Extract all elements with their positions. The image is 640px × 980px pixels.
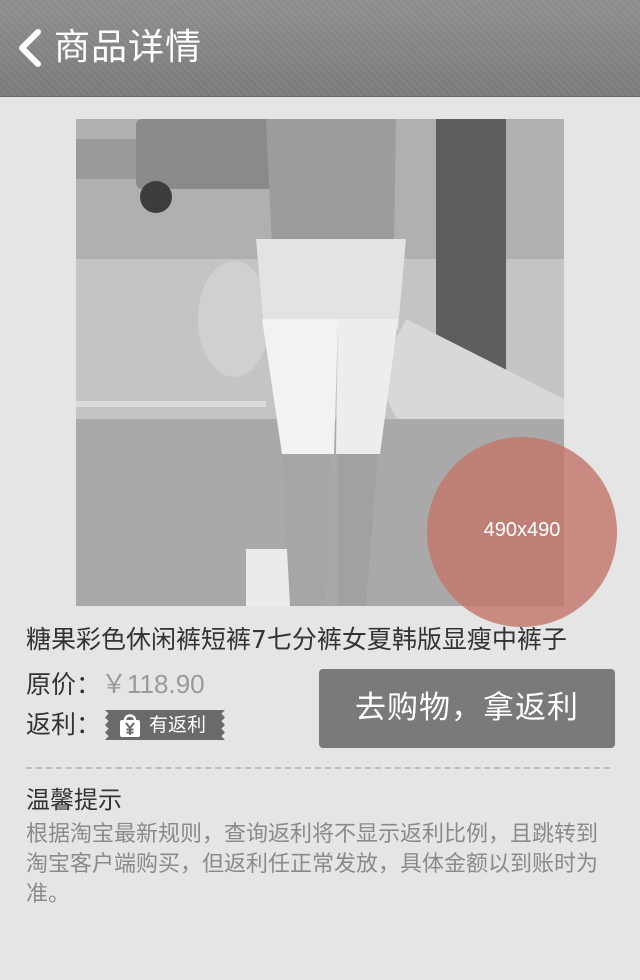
image-size-badge: 490x490 [427, 437, 617, 627]
dashed-divider [26, 767, 610, 769]
price-label: 原价： [26, 670, 102, 699]
rebate-badge-label: 有返利 [149, 714, 207, 736]
price-row: 原价：￥118.90 [26, 666, 205, 702]
rebate-row: 返利： 有返利 [26, 707, 225, 743]
price-value: ￥118.90 [101, 669, 205, 699]
product-title: 糖果彩色休闲裤短裤7七分裤女夏韩版显瘦中裤子 [26, 625, 567, 654]
header-bar: 商品详情 [0, 0, 640, 97]
page-title: 商品详情 [54, 27, 203, 68]
chevron-left-icon[interactable] [16, 28, 44, 68]
tips-body: 根据淘宝最新规则，查询返利将不显示返利比例，且跳转到淘宝客户端购买，但返利任正常… [26, 822, 599, 907]
rebate-label: 返利： [26, 710, 102, 739]
shopping-bag-yen-icon [120, 714, 140, 737]
image-size-label: 490x490 [483, 519, 561, 541]
rebate-badge: 有返利 [105, 710, 225, 740]
tips-title: 温馨提示 [26, 786, 122, 814]
buy-rebate-button[interactable]: 去购物，拿返利 [319, 669, 615, 748]
